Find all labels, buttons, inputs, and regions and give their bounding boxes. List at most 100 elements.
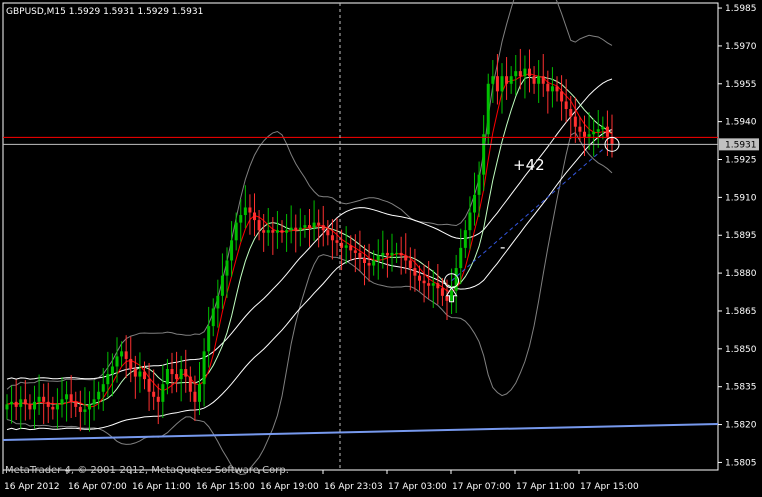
candle-body: [583, 131, 586, 137]
candle-body: [257, 220, 261, 231]
y-tick-label: 1.5835: [725, 383, 757, 393]
candle-body: [207, 326, 211, 352]
candle-body: [198, 384, 201, 402]
candle-body: [51, 406, 55, 410]
candle-body: [605, 126, 609, 137]
candle-body: [78, 406, 82, 412]
candle-body: [422, 280, 426, 284]
symbol-info: GBPUSD,M15 1.5929 1.5931 1.5929 1.5931: [6, 7, 203, 17]
candle-body: [486, 83, 490, 135]
candle-body: [138, 371, 142, 377]
candle-body: [220, 275, 224, 296]
candle-body: [243, 207, 247, 216]
candle-body: [569, 109, 573, 117]
x-tick-label: 17 Apr 07:00: [452, 482, 511, 492]
candle-body: [528, 68, 531, 77]
candle-body: [161, 384, 165, 402]
candle-body: [381, 252, 385, 256]
candle-body: [344, 245, 348, 248]
y-tick-label: 1.5895: [725, 231, 757, 241]
candle-body: [596, 129, 600, 132]
candle-body: [372, 260, 376, 266]
candle-body: [404, 255, 408, 261]
candle-body: [28, 404, 32, 410]
candle-body: [335, 240, 339, 243]
candle-body: [518, 71, 522, 77]
candle-body: [326, 230, 330, 236]
x-tick-label: 17 Apr 03:00: [388, 482, 447, 492]
candle-body: [74, 401, 78, 407]
candle-body: [514, 71, 518, 77]
candle-body: [184, 369, 188, 377]
candle-body: [330, 235, 334, 241]
candle-body: [541, 76, 545, 84]
candle-body: [601, 126, 605, 130]
candle-body: [436, 283, 440, 289]
candle-body: [477, 174, 481, 195]
candle-body: [124, 351, 128, 359]
candle-body: [69, 394, 73, 402]
x-tick-label: 16 Apr 23:03: [324, 482, 383, 492]
candle-body: [592, 131, 596, 135]
candle-body: [42, 396, 46, 402]
candle-body: [431, 283, 435, 286]
candle-body: [385, 252, 389, 256]
envelope-lower-line: [6, 129, 613, 431]
candle-body: [321, 225, 325, 231]
x-tick-label: 16 Apr 07:00: [68, 482, 127, 492]
candle-body: [395, 252, 399, 254]
candle-body: [353, 250, 357, 253]
candle-body: [340, 242, 344, 248]
candle-body: [19, 399, 23, 407]
copyright-text: MetaTrader 4, © 2001-2012, MetaQuotes So…: [5, 465, 289, 476]
bollinger-upper-line: [6, 0, 613, 390]
candle-body: [253, 212, 256, 221]
x-tick-label: 16 Apr 2012: [4, 482, 60, 492]
candle-body: [211, 308, 215, 327]
candle-body: [92, 399, 96, 405]
candle-body: [230, 240, 234, 261]
candle-body: [239, 215, 243, 223]
candle-body: [193, 391, 197, 402]
candle-body: [349, 245, 353, 251]
candle-body: [289, 227, 293, 231]
overlay: 1.5931 +42 -: [2, 3, 759, 470]
x-tick-label: 17 Apr 11:00: [516, 482, 575, 492]
candle-body: [367, 263, 371, 266]
price-chart[interactable]: 1.5985 1.5970 1.5955 1.5940 1.5925 1.5910 1.58…: [0, 0, 762, 497]
candle-body: [202, 351, 206, 385]
candle-body: [427, 283, 431, 286]
candle-body: [10, 401, 14, 405]
y-tick-label: 1.5940: [725, 118, 757, 128]
candle-body: [285, 230, 289, 233]
candle-body: [83, 409, 87, 412]
candle-body: [115, 356, 119, 367]
candle-body: [500, 76, 504, 92]
candle-body: [564, 101, 568, 110]
y-tick-label: 1.5865: [725, 307, 757, 317]
candle-body: [266, 230, 270, 233]
candle-body: [46, 401, 50, 407]
candle-body: [303, 225, 307, 228]
bollinger-lower-line: [6, 131, 613, 476]
candle-body: [463, 230, 467, 248]
candle-body: [33, 401, 36, 410]
candle-body: [271, 230, 275, 233]
candle-body: [445, 295, 449, 301]
candle-body: [23, 399, 27, 405]
candle-body: [587, 134, 591, 137]
y-tick-label: 1.5970: [725, 42, 757, 52]
candle-body: [55, 404, 59, 410]
candle-body: [495, 76, 499, 92]
x-tick-label: 16 Apr 15:00: [196, 482, 255, 492]
candle-body: [216, 295, 220, 309]
candle-body: [97, 391, 101, 400]
candle-body: [37, 396, 41, 402]
y-tick-label: 1.5925: [725, 156, 757, 166]
candle-body: [390, 252, 394, 256]
trade-label: -: [500, 238, 505, 256]
candle-body: [234, 222, 238, 241]
x-tick-label: 16 Apr 19:00: [260, 482, 319, 492]
y-tick-label: 1.5820: [725, 421, 757, 431]
candle-body: [546, 83, 550, 92]
